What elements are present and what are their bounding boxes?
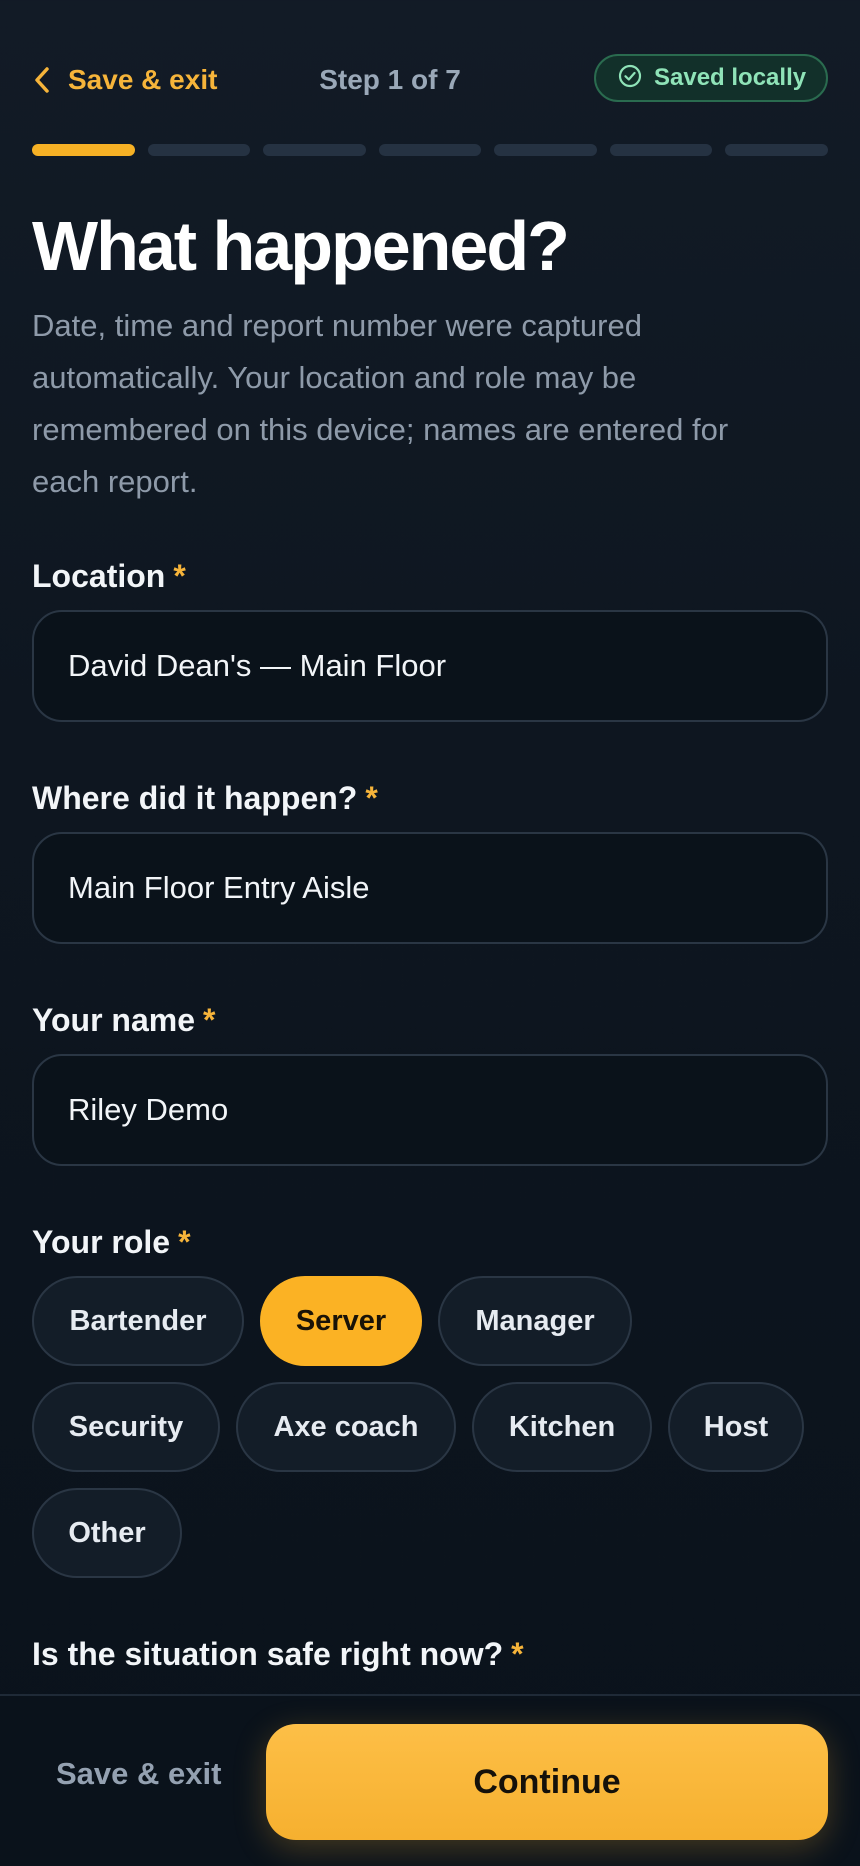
location-label-text: Location [32,558,166,594]
where-label-text: Where did it happen? [32,780,358,816]
required-marker: * [203,1002,216,1038]
saved-status-label: Saved locally [654,64,807,91]
incident-report-step-1: Save & exit Step 1 of 7 Saved locally Wh… [0,0,860,1866]
name-label: Your name * [32,1002,215,1039]
footer-save-exit-button[interactable]: Save & exit [56,1756,221,1792]
progress-segment-2 [147,144,251,156]
top-bar: Save & exit Step 1 of 7 Saved locally [32,54,828,106]
role-chip-bartender[interactable]: Bartender [32,1276,244,1366]
save-exit-link[interactable]: Save & exit [32,54,217,106]
progress-segment-3 [263,144,366,156]
role-label: Your role * [32,1224,191,1261]
role-chip-axe-coach[interactable]: Axe coach [236,1382,456,1472]
saved-status-badge: Saved locally [594,54,828,102]
role-chip-host[interactable]: Host [668,1382,804,1472]
safety-question-text: Is the situation safe right now? [32,1636,504,1672]
save-exit-label: Save & exit [68,64,218,95]
page-intro: Date, time and report number were captur… [32,308,729,499]
location-input[interactable] [32,610,828,722]
safety-question-label: Is the situation safe right now? * [32,1636,524,1673]
chevron-left-icon [32,66,52,94]
location-label: Location * [32,558,186,595]
continue-button[interactable]: Continue [266,1724,828,1840]
progress-segment-7 [725,144,829,156]
progress-segment-5 [494,144,597,156]
role-chip-manager[interactable]: Manager [438,1276,632,1366]
bottom-action-bar: Save & exit Continue [0,1694,860,1866]
progress-segment-1 [32,144,135,156]
role-chip-server[interactable]: Server [260,1276,422,1366]
progress-segment-6 [609,144,713,156]
name-input[interactable] [32,1054,828,1166]
role-label-text: Your role [32,1224,171,1260]
required-marker: * [173,558,186,594]
name-label-text: Your name [32,1002,195,1038]
check-circle-icon [618,64,642,93]
required-marker: * [511,1636,524,1672]
where-input[interactable] [32,832,828,944]
role-chip-other[interactable]: Other [32,1488,182,1578]
progress-segment-4 [378,144,482,156]
page-title: What happened? [32,207,570,285]
where-label: Where did it happen? * [32,780,378,817]
role-chip-kitchen[interactable]: Kitchen [472,1382,652,1472]
required-marker: * [178,1224,191,1260]
required-marker: * [365,780,378,816]
step-progress-bar [32,144,829,156]
role-chip-security[interactable]: Security [32,1382,220,1472]
